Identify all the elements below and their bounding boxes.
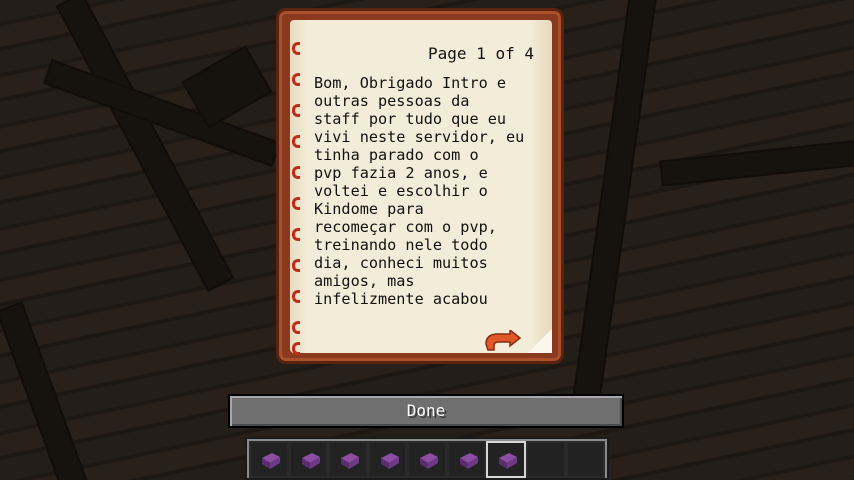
enchanted-book-icon	[341, 453, 360, 469]
hotbar-slot-4[interactable]	[367, 441, 408, 478]
hotbar-slot-7-selected[interactable]	[486, 441, 526, 478]
hotbar-slot-3[interactable]	[328, 441, 368, 478]
hotbar-slot-1[interactable]	[249, 441, 289, 478]
hotbar-slot-2[interactable]	[288, 441, 329, 478]
hotbar-slot-6[interactable]	[446, 441, 487, 478]
hotbar-slot-5[interactable]	[407, 441, 447, 478]
hotbar-slot-8[interactable]	[525, 441, 566, 478]
enchanted-book-icon	[262, 453, 280, 469]
hotbar-slot-9[interactable]	[565, 441, 606, 478]
enchanted-book-icon	[459, 453, 478, 469]
done-button[interactable]: Done	[228, 394, 624, 428]
book-text: Bom, Obrigado Intro e outras pessoas da …	[314, 74, 525, 308]
book-page: Page 1 of 4 Bom, Obrigado Intro e outras…	[290, 20, 552, 355]
page-indicator: Page 1 of 4	[428, 44, 534, 63]
page-curl	[528, 329, 552, 353]
book-gui: Page 1 of 4 Bom, Obrigado Intro e outras…	[276, 8, 564, 364]
book-binding	[292, 42, 304, 355]
enchanted-book-icon	[499, 453, 518, 469]
enchanted-book-icon	[420, 453, 439, 469]
next-page-arrow-icon[interactable]	[484, 330, 522, 352]
hotbar	[245, 437, 609, 480]
enchanted-book-icon	[301, 453, 320, 469]
enchanted-book-icon	[380, 453, 399, 469]
